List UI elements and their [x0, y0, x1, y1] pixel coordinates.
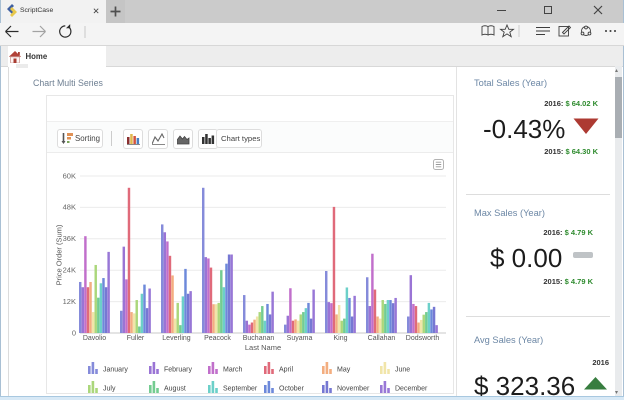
- svg-text:December: December: [395, 386, 428, 393]
- svg-text:January: January: [103, 367, 128, 374]
- svg-text:Leverling: Leverling: [162, 335, 191, 342]
- svg-text:Peacock: Peacock: [204, 335, 231, 342]
- svg-text:Last Name: Last Name: [245, 343, 281, 352]
- svg-text:Suyama: Suyama: [287, 335, 313, 342]
- svg-text:24K: 24K: [63, 266, 76, 275]
- svg-text:Davolio: Davolio: [83, 335, 106, 342]
- svg-text:Fuller: Fuller: [127, 335, 145, 342]
- svg-text:0: 0: [72, 328, 76, 337]
- svg-text:Price Order (Sum): Price Order (Sum): [55, 224, 64, 285]
- svg-text:August: August: [164, 386, 186, 393]
- svg-text:November: November: [337, 386, 370, 393]
- svg-text:July: July: [103, 386, 116, 393]
- svg-text:King: King: [333, 335, 347, 342]
- svg-text:June: June: [395, 367, 410, 374]
- svg-text:February: February: [164, 367, 193, 374]
- svg-text:March: March: [223, 367, 243, 374]
- svg-text:Callahan: Callahan: [368, 335, 396, 342]
- svg-text:Dodsworth: Dodsworth: [406, 335, 440, 342]
- svg-text:48K: 48K: [63, 203, 76, 212]
- svg-text:Buchanan: Buchanan: [243, 335, 275, 342]
- svg-text:36K: 36K: [63, 234, 76, 243]
- svg-text:October: October: [279, 386, 305, 393]
- svg-text:May: May: [337, 367, 351, 374]
- svg-text:April: April: [279, 367, 293, 374]
- svg-text:September: September: [223, 386, 258, 393]
- svg-text:60K: 60K: [63, 171, 76, 180]
- svg-text:12K: 12K: [63, 297, 76, 306]
